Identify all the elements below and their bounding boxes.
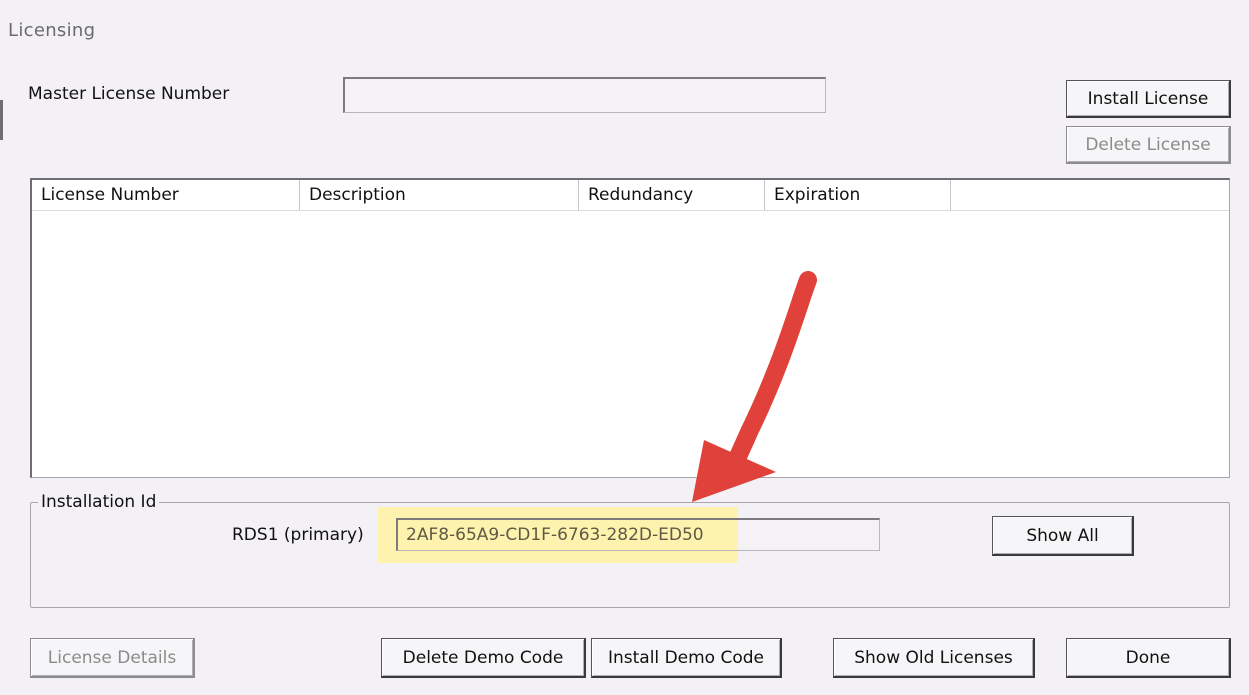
window-left-edge (0, 100, 3, 140)
license-list[interactable]: License Number Description Redundancy Ex… (30, 178, 1230, 478)
install-license-button[interactable]: Install License (1066, 80, 1231, 118)
show-all-button[interactable]: Show All (992, 516, 1134, 556)
window-top-strip (0, 0, 1249, 6)
window-title: Licensing (8, 20, 96, 41)
column-redundancy[interactable]: Redundancy (579, 180, 765, 210)
column-license-number[interactable]: License Number (32, 180, 300, 210)
delete-license-button: Delete License (1066, 126, 1231, 164)
license-list-header: License Number Description Redundancy Ex… (32, 180, 1229, 211)
delete-demo-code-button[interactable]: Delete Demo Code (381, 638, 586, 678)
column-extra[interactable] (951, 180, 1229, 210)
master-license-input[interactable] (343, 77, 826, 113)
column-expiration[interactable]: Expiration (765, 180, 951, 210)
license-details-button: License Details (30, 638, 195, 678)
master-license-label: Master License Number (28, 84, 230, 104)
installation-id-input[interactable] (396, 518, 880, 551)
installation-id-legend: Installation Id (38, 492, 160, 512)
install-demo-code-button[interactable]: Install Demo Code (591, 638, 782, 678)
column-description[interactable]: Description (300, 180, 579, 210)
done-button[interactable]: Done (1066, 638, 1231, 678)
server-label: RDS1 (primary) (232, 525, 364, 545)
show-old-licenses-button[interactable]: Show Old Licenses (833, 638, 1035, 678)
